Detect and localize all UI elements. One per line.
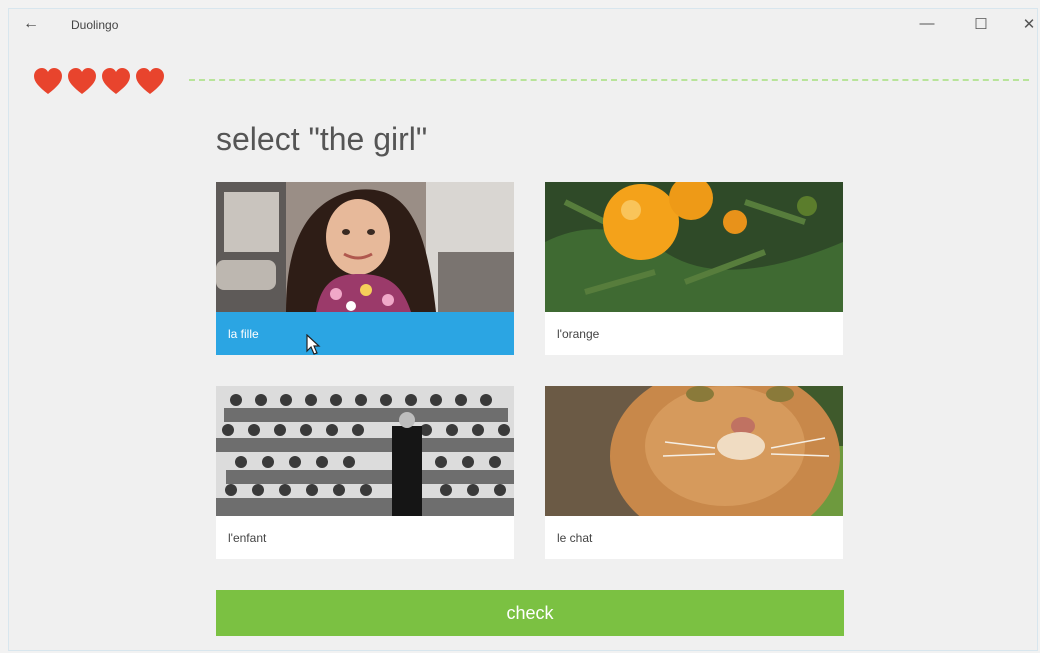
heart-icon [34, 68, 62, 94]
option-card-l-orange[interactable]: l'orange [545, 182, 843, 355]
title-bar: ← Duolingo — ☐ ✕ [9, 9, 1037, 41]
oranges-on-tree-photo [545, 182, 843, 312]
close-button[interactable]: ✕ [1017, 15, 1040, 33]
option-label: l'enfant [228, 531, 267, 545]
heart-icon [136, 68, 164, 94]
maximize-button[interactable]: ☐ [969, 15, 993, 33]
girl-in-car-photo [216, 182, 514, 312]
check-button[interactable]: check [216, 590, 844, 636]
option-card-le-chat[interactable]: le chat [545, 386, 843, 559]
app-window: ← Duolingo — ☐ ✕ select "the girl" la fi… [8, 8, 1038, 651]
option-card-la-fille[interactable]: la fille [216, 182, 514, 355]
option-card-l-enfant[interactable]: l'enfant [216, 386, 514, 559]
class-photo-children [216, 386, 514, 516]
option-label: la fille [216, 312, 514, 355]
back-arrow-icon[interactable]: ← [23, 15, 39, 33]
mouse-cursor-icon [306, 334, 321, 355]
option-label: le chat [557, 531, 593, 545]
heart-icon [68, 68, 96, 94]
question-prompt: select "the girl" [216, 121, 428, 157]
heart-icon [102, 68, 130, 94]
window-title: Duolingo [71, 18, 119, 32]
lesson-progress-bar [189, 79, 1029, 81]
option-label: l'orange [557, 327, 600, 341]
minimize-button[interactable]: — [915, 15, 939, 32]
hearts-lives [33, 67, 165, 95]
orange-cat-photo [545, 386, 843, 516]
